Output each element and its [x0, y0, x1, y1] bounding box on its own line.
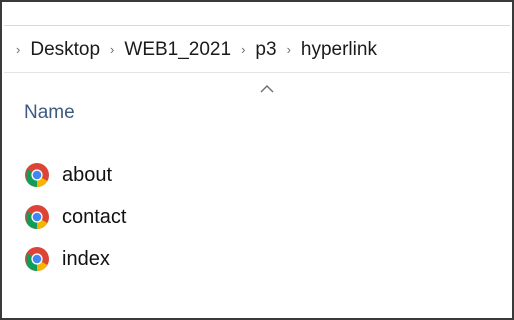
- file-list: about contact index: [24, 154, 126, 280]
- title-strip: [4, 4, 510, 26]
- sort-ascending-icon: [260, 85, 274, 93]
- chevron-right-icon[interactable]: ›: [287, 42, 291, 57]
- file-name: about: [62, 163, 113, 186]
- file-item[interactable]: index: [24, 238, 126, 280]
- breadcrumb-item-desktop[interactable]: Desktop: [30, 39, 100, 61]
- breadcrumb-item-web1-2021[interactable]: WEB1_2021: [124, 39, 231, 61]
- breadcrumb-item-hyperlink[interactable]: hyperlink: [301, 39, 377, 61]
- file-explorer-window: › Desktop › WEB1_2021 › p3 › hyperlink N…: [0, 0, 514, 320]
- column-header-name[interactable]: Name: [24, 102, 75, 124]
- file-name: index: [62, 247, 110, 270]
- file-item[interactable]: contact: [24, 196, 126, 238]
- breadcrumb[interactable]: › Desktop › WEB1_2021 › p3 › hyperlink: [4, 27, 510, 73]
- chrome-icon: [25, 247, 49, 271]
- chevron-right-icon[interactable]: ›: [16, 42, 20, 57]
- chrome-icon: [25, 163, 49, 187]
- file-item[interactable]: about: [24, 154, 126, 196]
- chrome-icon: [25, 205, 49, 229]
- chevron-right-icon[interactable]: ›: [241, 42, 245, 57]
- breadcrumb-item-p3[interactable]: p3: [255, 39, 276, 61]
- file-name: contact: [62, 205, 127, 228]
- chevron-right-icon[interactable]: ›: [110, 42, 114, 57]
